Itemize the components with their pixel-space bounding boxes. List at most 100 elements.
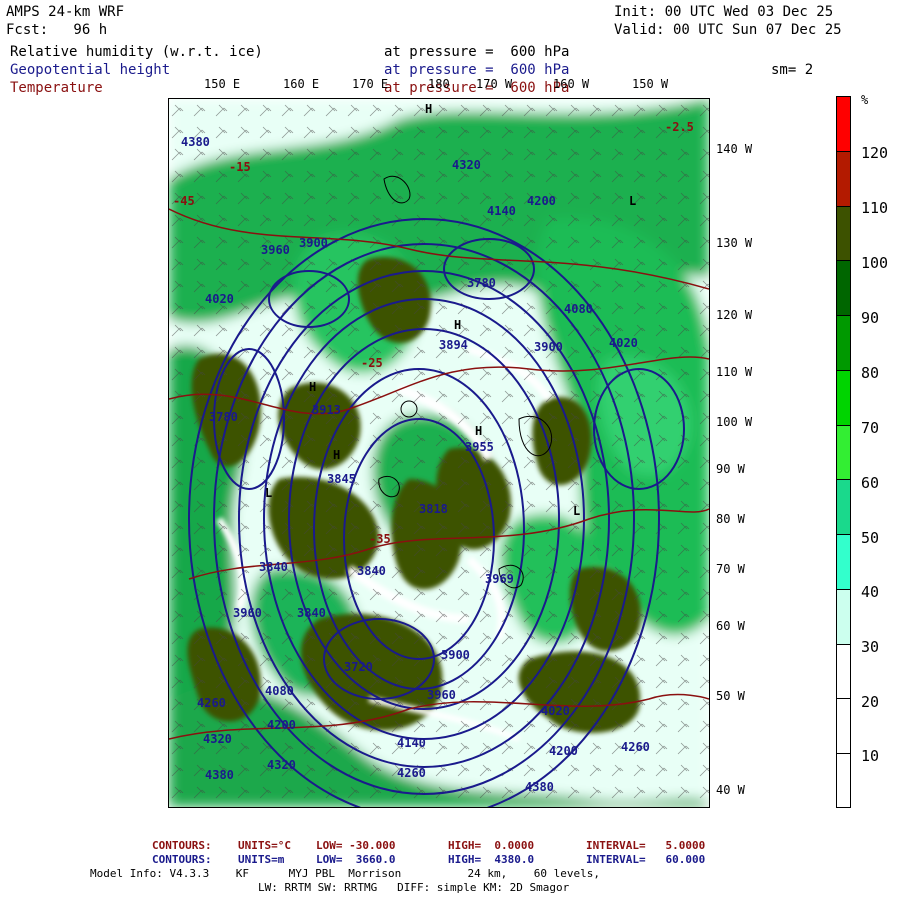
height-label: 4080 — [564, 302, 593, 316]
field-temp-name: Temperature — [10, 80, 103, 96]
init-time: Init: 00 UTC Wed 03 Dec 25 — [614, 4, 834, 20]
height-label: 4200 — [549, 744, 578, 758]
pressure-center-label: L — [629, 194, 637, 208]
pressure-center-label: H — [425, 102, 433, 116]
height-label: 4260 — [397, 766, 426, 780]
height-label: 3840 — [259, 560, 288, 574]
model-title: AMPS 24-km WRF — [6, 4, 125, 20]
lon-label: 160 E — [283, 77, 320, 91]
colorbar-segment — [836, 369, 851, 425]
height-label: 3720 — [344, 660, 373, 674]
colorbar-segment — [836, 479, 851, 535]
height-label: 3780 — [467, 276, 496, 290]
lon-label: 150 W — [632, 77, 669, 91]
colorbar-segment — [836, 150, 851, 206]
height-label: 3960 — [233, 606, 262, 620]
temperature-label: -2.5 — [665, 120, 694, 134]
temperature-label: -15 — [229, 160, 251, 174]
height-label: 3840 — [357, 564, 386, 578]
lat-label: 110 W — [716, 365, 753, 379]
colorbar-segment — [836, 315, 851, 370]
height-label: 3818 — [419, 502, 448, 516]
model-physics: LW: RRTM SW: RRTMG DIFF: simple KM: 2D S… — [258, 881, 570, 894]
height-label: 4380 — [181, 135, 210, 149]
colorbar-segment — [836, 534, 851, 589]
height-label: 4260 — [621, 740, 650, 754]
height-label: 4140 — [397, 736, 426, 750]
colorbar-label: 60 — [861, 474, 880, 492]
field-rh-name: Relative humidity (w.r.t. ice) — [10, 44, 263, 60]
colorbar-segment — [836, 96, 851, 151]
height-label: 3780 — [209, 410, 238, 424]
valid-time: Valid: 00 UTC Sun 07 Dec 25 — [614, 22, 842, 38]
height-label: 3960 — [427, 688, 456, 702]
height-label: 4380 — [205, 768, 234, 782]
height-label: 4020 — [541, 704, 570, 718]
colorbar-segment — [836, 588, 851, 644]
height-label: 3840 — [297, 606, 326, 620]
height-label: 4200 — [527, 194, 556, 208]
lat-label: 140 W — [716, 142, 753, 156]
height-label: 3900 — [299, 236, 328, 250]
height-label: 4380 — [525, 780, 554, 794]
height-label: 3955 — [465, 440, 494, 454]
field-height-name: Geopotential height — [10, 62, 171, 78]
height-label: 3900 — [441, 648, 470, 662]
colorbar-label: 110 — [861, 199, 889, 217]
height-label: 4080 — [265, 684, 294, 698]
height-label: 3969 — [485, 572, 514, 586]
colorbar-label: 90 — [861, 309, 880, 327]
height-label: 3894 — [439, 338, 468, 352]
lat-label: 50 W — [716, 689, 745, 703]
pressure-center-label: H — [475, 424, 483, 438]
lat-label: 120 W — [716, 308, 753, 322]
colorbar-label: 40 — [861, 583, 880, 601]
lat-label: 40 W — [716, 783, 745, 797]
colorbar-label: 50 — [861, 529, 880, 547]
height-label: 3960 — [261, 243, 290, 257]
colorbar-label: 10 — [861, 747, 880, 765]
height-label: 4200 — [267, 718, 296, 732]
lon-label: 160 W — [553, 77, 590, 91]
height-label: 4020 — [205, 292, 234, 306]
field-rh-level: at pressure = 600 hPa — [384, 44, 570, 60]
pressure-center-label: H — [333, 448, 341, 462]
height-label: 4320 — [452, 158, 481, 172]
pressure-center-label: H — [309, 380, 317, 394]
height-label: 4140 — [487, 204, 516, 218]
colorbar-segment — [836, 643, 851, 699]
colorbar-segment — [836, 424, 851, 480]
colorbar-segment — [836, 205, 851, 261]
colorbar-label: 70 — [861, 419, 880, 437]
colorbar-label: 100 — [861, 254, 889, 272]
height-label: 4020 — [609, 336, 638, 350]
lat-label: 70 W — [716, 562, 745, 576]
colorbar-label: 80 — [861, 364, 880, 382]
height-label: 4320 — [203, 732, 232, 746]
lat-label: 80 W — [716, 512, 745, 526]
height-label: 3845 — [327, 472, 356, 486]
rh-map-panel: 4380 4320 4200 4140 4080 4020 4020 3960 … — [168, 98, 710, 808]
height-label: 3900 — [534, 340, 563, 354]
colorbar-label: 30 — [861, 638, 880, 656]
colorbar-unit: % — [861, 93, 869, 107]
colorbar-label: 20 — [861, 693, 880, 711]
field-height-level: at pressure = 600 hPa — [384, 62, 570, 78]
lat-label: 130 W — [716, 236, 753, 250]
height-contours-interval: INTERVAL= 60.000 — [586, 853, 706, 866]
lon-label: 180 — [428, 77, 450, 91]
temperature-label: -25 — [361, 356, 383, 370]
height-label: 4260 — [197, 696, 226, 710]
pressure-center-label: L — [573, 504, 581, 518]
lon-label: 170 E — [352, 77, 389, 91]
lat-label: 90 W — [716, 462, 745, 476]
smoothing-label: sm= 2 — [771, 62, 814, 78]
lon-label: 170 W — [476, 77, 513, 91]
colorbar-segment — [836, 753, 851, 808]
colorbar-segment — [836, 698, 851, 754]
temperature-label: -45 — [173, 194, 195, 208]
forecast-hour: Fcst: 96 h — [6, 22, 108, 38]
colorbar-label: 120 — [861, 144, 889, 162]
lat-label: 60 W — [716, 619, 745, 633]
pressure-center-label: L — [265, 486, 273, 500]
